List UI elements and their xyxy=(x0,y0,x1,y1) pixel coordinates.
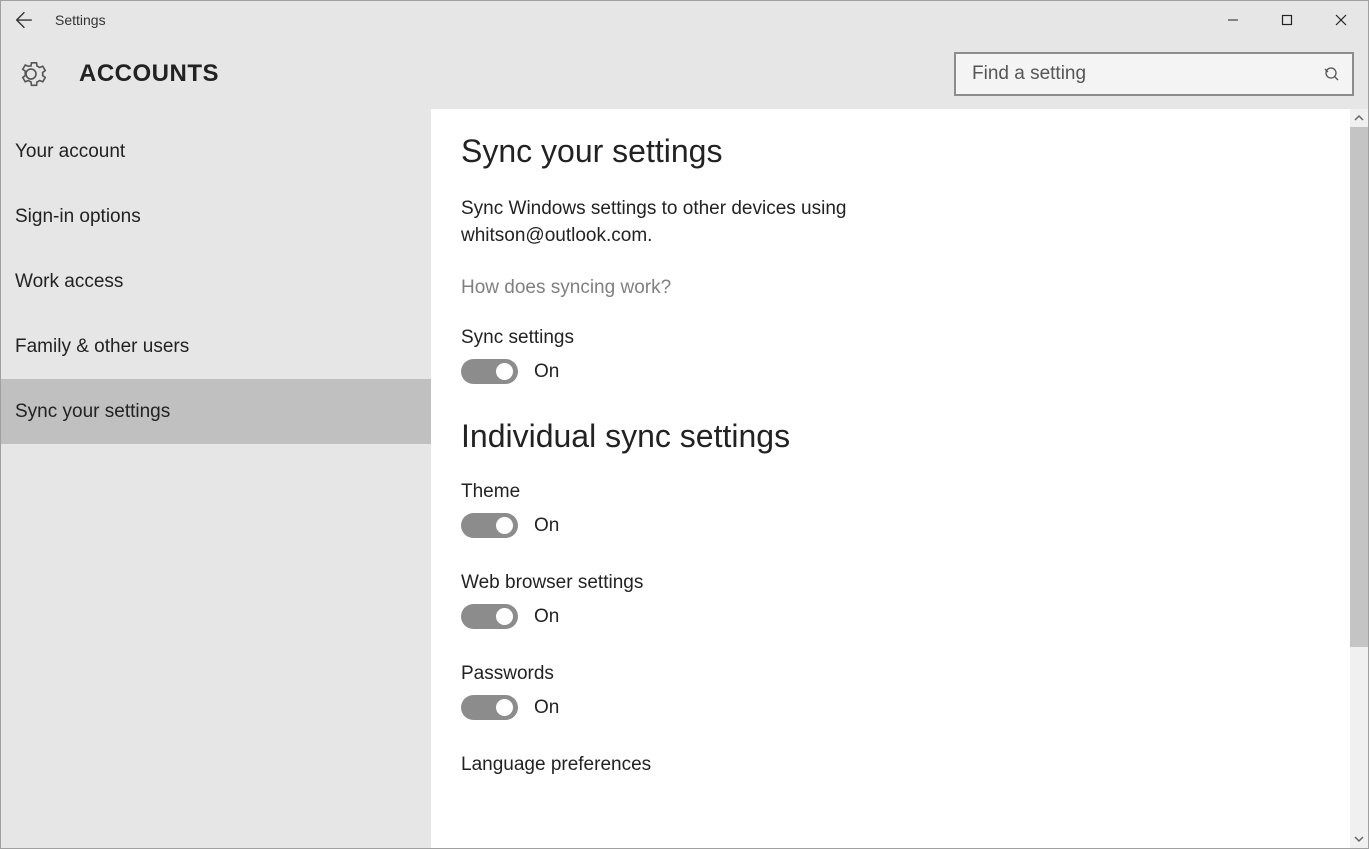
search-box[interactable] xyxy=(954,52,1354,96)
scroll-track[interactable] xyxy=(1350,127,1368,830)
content-heading: Sync your settings xyxy=(461,133,1320,170)
scroll-up-button[interactable] xyxy=(1350,109,1368,127)
sidebar-item-sync-your-settings[interactable]: Sync your settings xyxy=(1,379,431,444)
sidebar-item-family-other-users[interactable]: Family & other users xyxy=(1,314,431,379)
sidebar-item-label: Sync your settings xyxy=(15,401,170,423)
titlebar: Settings xyxy=(1,1,1368,39)
sidebar-item-label: Family & other users xyxy=(15,336,189,358)
chevron-up-icon xyxy=(1354,113,1364,123)
language-preferences-label: Language preferences xyxy=(461,754,1320,776)
maximize-button[interactable] xyxy=(1260,1,1314,39)
search-input[interactable] xyxy=(956,54,1312,94)
individual-sync-heading: Individual sync settings xyxy=(461,418,1320,455)
page-title: ACCOUNTS xyxy=(79,60,219,88)
settings-gear-icon xyxy=(15,58,47,90)
theme-toggle[interactable] xyxy=(461,513,518,538)
sidebar-item-work-access[interactable]: Work access xyxy=(1,249,431,314)
sync-settings-label: Sync settings xyxy=(461,327,1320,349)
minimize-button[interactable] xyxy=(1206,1,1260,39)
sidebar-item-your-account[interactable]: Your account xyxy=(1,119,431,184)
sidebar-item-label: Work access xyxy=(15,271,123,293)
back-button[interactable] xyxy=(1,1,47,39)
content-area: Sync your settings Sync Windows settings… xyxy=(431,109,1350,848)
close-button[interactable] xyxy=(1314,1,1368,39)
sync-settings-state: On xyxy=(534,361,559,383)
window-title: Settings xyxy=(55,12,106,28)
vertical-scrollbar[interactable] xyxy=(1350,109,1368,848)
theme-label: Theme xyxy=(461,481,1320,503)
sidebar-item-label: Sign-in options xyxy=(15,206,141,228)
passwords-label: Passwords xyxy=(461,663,1320,685)
scroll-thumb[interactable] xyxy=(1350,127,1368,647)
maximize-icon xyxy=(1281,14,1293,26)
content-description: Sync Windows settings to other devices u… xyxy=(461,196,981,249)
web-browser-toggle[interactable] xyxy=(461,604,518,629)
web-browser-state: On xyxy=(534,606,559,628)
close-icon xyxy=(1335,14,1347,26)
sync-settings-toggle[interactable] xyxy=(461,359,518,384)
search-icon xyxy=(1312,66,1352,82)
theme-state: On xyxy=(534,515,559,537)
sidebar: Your account Sign-in options Work access… xyxy=(1,109,431,848)
passwords-state: On xyxy=(534,697,559,719)
minimize-icon xyxy=(1227,14,1239,26)
header: ACCOUNTS xyxy=(1,39,1368,109)
back-arrow-icon xyxy=(13,9,35,31)
passwords-toggle[interactable] xyxy=(461,695,518,720)
scroll-down-button[interactable] xyxy=(1350,830,1368,848)
chevron-down-icon xyxy=(1354,834,1364,844)
help-link[interactable]: How does syncing work? xyxy=(461,277,671,299)
sidebar-item-sign-in-options[interactable]: Sign-in options xyxy=(1,184,431,249)
sidebar-item-label: Your account xyxy=(15,141,125,163)
web-browser-label: Web browser settings xyxy=(461,572,1320,594)
